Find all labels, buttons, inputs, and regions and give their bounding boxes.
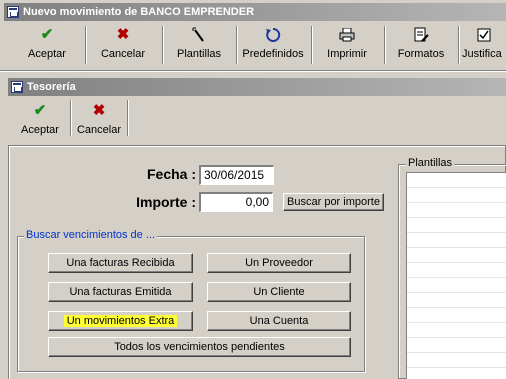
toolbar-separator	[70, 100, 72, 136]
list-row[interactable]	[407, 248, 506, 263]
toolbar-separator	[162, 26, 164, 64]
window-title-bar[interactable]: Nuevo movimiento de BANCO EMPRENDER	[4, 3, 506, 21]
toolbar-separator	[85, 26, 87, 64]
fecha-label: Fecha :	[146, 166, 196, 182]
toolbar-separator	[311, 26, 313, 64]
toolbar-separator	[458, 26, 460, 64]
plantillas-list[interactable]	[406, 172, 506, 379]
list-row[interactable]	[407, 353, 506, 368]
cross-icon: ✖	[92, 102, 106, 119]
list-row[interactable]	[407, 293, 506, 308]
list-row[interactable]	[407, 218, 506, 233]
wand-icon	[192, 26, 206, 44]
factura-emitida-button[interactable]: Una facturas Emitida	[48, 282, 193, 302]
factura-recibida-button[interactable]: Una facturas Recibida	[48, 253, 193, 273]
formatos-button[interactable]: Formatos	[390, 26, 452, 60]
proveedor-button[interactable]: Un Proveedor	[207, 253, 351, 273]
predefinidos-button[interactable]: Predefinidos	[240, 26, 306, 60]
sub-cancel-button[interactable]: ✖ Cancelar	[74, 102, 124, 137]
list-row[interactable]	[407, 173, 506, 188]
list-row[interactable]	[407, 203, 506, 218]
importe-input[interactable]: 0,00	[199, 192, 273, 212]
list-row[interactable]	[407, 323, 506, 338]
movimiento-extra-button[interactable]: Un movimientos Extra	[48, 311, 193, 331]
justifica-button[interactable]: Justifica	[462, 26, 506, 60]
cross-icon: ✖	[116, 26, 130, 43]
fecha-input[interactable]: 30/06/2015	[199, 165, 274, 185]
list-row[interactable]	[407, 338, 506, 353]
toolbar-separator	[236, 26, 238, 64]
list-row[interactable]	[407, 308, 506, 323]
check-icon: ✔	[33, 102, 47, 119]
document-edit-icon	[413, 26, 429, 44]
importe-label: Importe :	[136, 194, 196, 210]
plantillas-button[interactable]: Plantillas	[168, 26, 230, 60]
sub-accept-button[interactable]: ✔ Aceptar	[14, 102, 66, 137]
toolbar-separator	[384, 26, 386, 64]
refresh-icon	[265, 26, 281, 44]
plantillas-title: Plantillas	[406, 157, 455, 169]
accept-button[interactable]: ✔ Aceptar	[14, 26, 80, 61]
imprimir-button[interactable]: Imprimir	[316, 26, 378, 60]
subwindow-title: Tesorería	[27, 81, 76, 93]
list-row[interactable]	[407, 188, 506, 203]
subwindow-title-bar[interactable]: Tesorería	[8, 78, 506, 96]
buscar-vencimientos-title: Buscar vencimientos de ...	[24, 229, 158, 241]
window-title: Nuevo movimiento de BANCO EMPRENDER	[23, 6, 255, 18]
buscar-por-importe-button[interactable]: Buscar por importe	[283, 193, 384, 211]
printer-icon	[339, 26, 355, 44]
app-window-icon	[7, 6, 19, 18]
list-row[interactable]	[407, 278, 506, 293]
list-row[interactable]	[407, 263, 506, 278]
toolbar-separator	[127, 100, 129, 136]
subwindow-icon	[11, 81, 23, 93]
cuenta-button[interactable]: Una Cuenta	[207, 311, 351, 331]
cancel-button[interactable]: ✖ Cancelar	[90, 26, 156, 61]
cliente-button[interactable]: Un Cliente	[207, 282, 351, 302]
todos-vencimientos-button[interactable]: Todos los vencimientos pendientes	[48, 337, 351, 357]
list-row[interactable]	[407, 233, 506, 248]
toolbar-divider	[0, 70, 506, 72]
check-icon: ✔	[40, 26, 54, 43]
checkbox-icon	[462, 26, 506, 44]
